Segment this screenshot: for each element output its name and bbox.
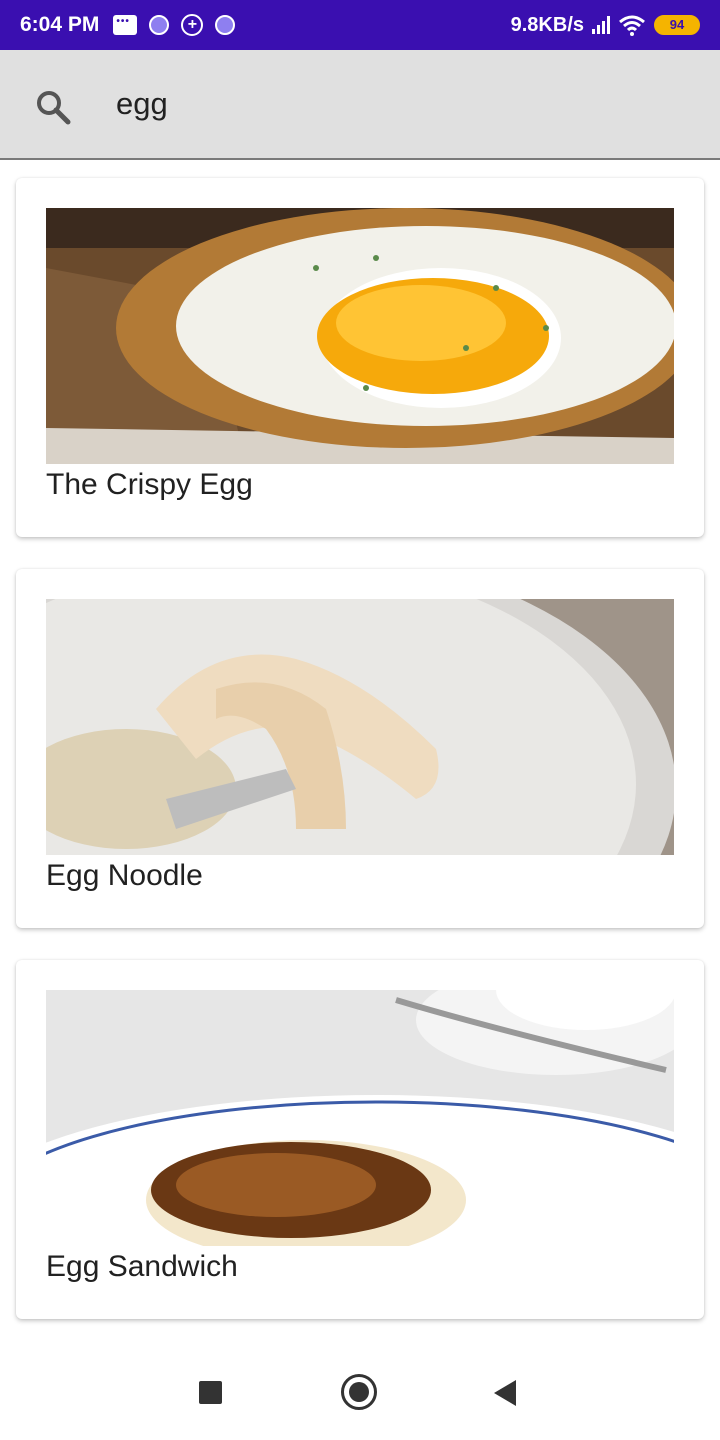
back-button[interactable] xyxy=(494,1380,516,1406)
app-notification-icon xyxy=(149,15,170,35)
signal-icon xyxy=(592,16,610,34)
add-notification-icon: + xyxy=(181,14,204,36)
search-bar[interactable]: egg xyxy=(0,50,720,160)
home-button[interactable] xyxy=(341,1374,377,1410)
recipe-title[interactable]: Egg Noodle xyxy=(46,859,203,893)
recipe-card[interactable]: Egg Sandwich xyxy=(16,960,704,1319)
status-bar: 6:04 PM + 9.8KB/s 94 xyxy=(0,0,720,50)
recipe-card[interactable]: Egg Noodle xyxy=(16,569,704,928)
app-notification-icon-2 xyxy=(215,15,236,35)
recipe-image[interactable] xyxy=(46,208,674,464)
navigation-bar xyxy=(0,1340,720,1440)
message-notification-icon xyxy=(113,15,138,35)
search-input[interactable]: egg xyxy=(116,86,168,122)
status-time: 6:04 PM xyxy=(20,13,100,36)
recipe-card[interactable]: The Crispy Egg xyxy=(16,178,704,537)
search-icon[interactable] xyxy=(34,88,72,126)
recipe-image[interactable] xyxy=(46,599,674,855)
recents-button[interactable] xyxy=(199,1381,222,1404)
recipe-title[interactable]: The Crispy Egg xyxy=(46,468,253,502)
network-speed: 9.8KB/s xyxy=(510,13,584,36)
recipe-image[interactable] xyxy=(46,990,674,1246)
battery-icon: 94 xyxy=(654,15,700,35)
recipe-title[interactable]: Egg Sandwich xyxy=(46,1250,238,1284)
wifi-icon xyxy=(619,15,645,36)
